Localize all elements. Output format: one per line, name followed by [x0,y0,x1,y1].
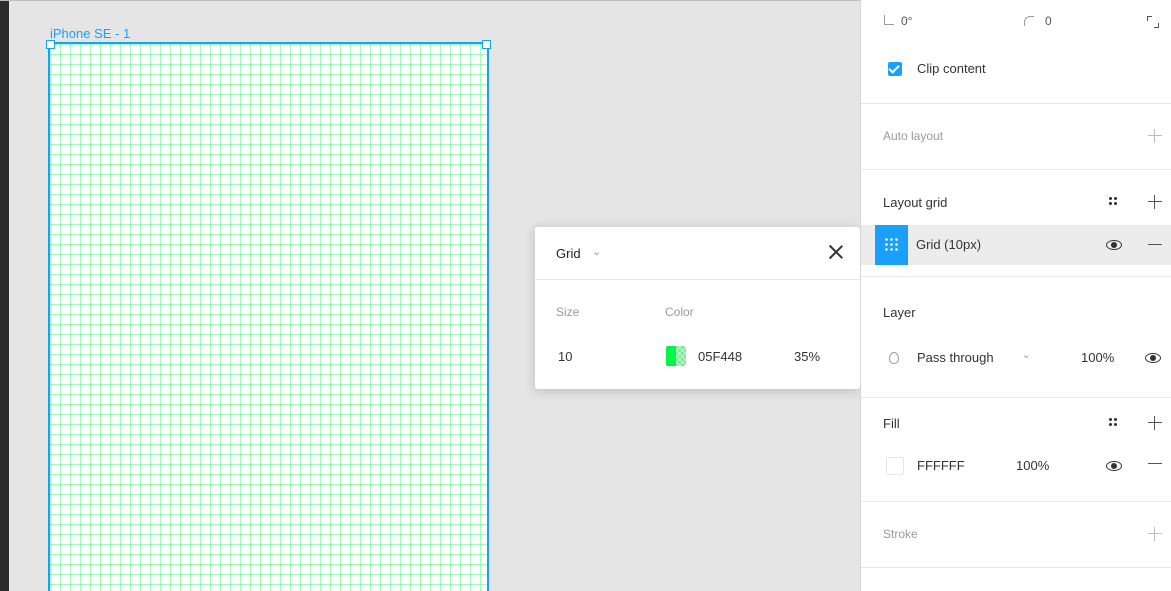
eye-icon[interactable] [1106,461,1122,471]
layout-grid-item[interactable]: Grid (10px) [861,225,1171,265]
add-fill-icon[interactable] [1148,416,1162,430]
layer-opacity-input[interactable]: 100% [1081,350,1114,365]
chevron-down-icon[interactable]: ⌄ [1022,350,1030,361]
properties-panel: 0° 0 Clip content Auto layout Layout gri… [860,0,1171,591]
add-auto-layout-icon[interactable] [1148,129,1162,143]
fill-color-swatch[interactable] [886,457,904,475]
stroke-title: Stroke [883,527,918,541]
add-layout-grid-icon[interactable] [1148,195,1162,209]
fill-opacity-input[interactable]: 100% [1016,458,1049,473]
layout-grid-item-label: Grid (10px) [916,237,982,252]
rotation-icon [884,15,894,25]
iphone-frame[interactable] [48,42,489,591]
blend-mode-dropdown[interactable]: Pass through [917,350,994,365]
grid-opacity-input[interactable]: 35% [794,349,820,364]
fill-hex-input[interactable]: FFFFFF [917,458,965,473]
blend-mode-icon [889,352,899,364]
corner-radius-icon [1024,16,1034,26]
color-label: Color [665,305,694,319]
layout-grid-section: Layout grid Grid (10px) [861,169,1171,277]
swatch-solid [666,346,676,366]
grid-settings-popover: Grid ⌄ Size Color 10 05F448 35% [535,227,860,389]
remove-grid-icon[interactable] [1148,238,1162,252]
grid-color-swatch[interactable] [666,346,686,366]
auto-layout-title: Auto layout [883,129,944,143]
frame-section: 0° 0 Clip content [861,0,1171,104]
clip-content-label[interactable]: Clip content [917,61,986,76]
stroke-section: Stroke [861,501,1171,568]
resize-handle-top-right[interactable] [482,40,491,49]
fill-section: Fill FFFFFF 100% [861,397,1171,502]
fill-styles-icon[interactable] [1108,417,1118,427]
fill-title: Fill [883,416,900,431]
size-label: Size [556,305,580,319]
independent-corners-icon[interactable] [1147,16,1159,28]
eye-icon[interactable] [1106,240,1122,250]
clip-content-checkbox[interactable] [888,62,902,76]
swatch-alpha [676,346,686,366]
resize-handle-top-left[interactable] [46,40,55,49]
chevron-down-icon[interactable]: ⌄ [592,245,601,258]
eye-icon[interactable] [1145,353,1161,363]
grid-type-dropdown[interactable]: Grid [556,246,581,261]
grid-color-hex-input[interactable]: 05F448 [698,349,742,364]
add-stroke-icon[interactable] [1148,527,1162,541]
corner-radius-input[interactable]: 0 [1045,14,1052,28]
remove-fill-icon[interactable] [1148,457,1162,471]
layer-section: Layer Pass through ⌄ 100% [861,276,1171,398]
close-icon[interactable] [826,242,846,262]
popover-header: Grid ⌄ [535,227,860,280]
grid-size-input[interactable]: 10 [558,349,572,364]
layout-grid-title: Layout grid [883,195,948,210]
frame-label[interactable]: iPhone SE - 1 [50,26,130,41]
grid-styles-icon[interactable] [1108,196,1118,206]
auto-layout-section: Auto layout [861,103,1171,170]
design-canvas[interactable]: iPhone SE - 1 Grid ⌄ Size Color 10 05F44… [0,0,860,591]
rotation-input[interactable]: 0° [901,14,912,28]
layer-title: Layer [883,305,916,320]
grid-settings-icon[interactable] [875,225,908,265]
